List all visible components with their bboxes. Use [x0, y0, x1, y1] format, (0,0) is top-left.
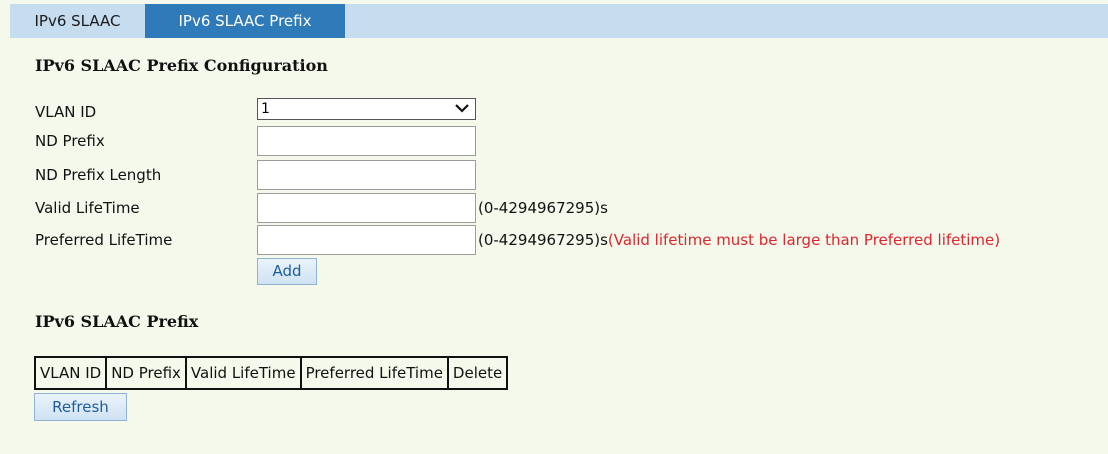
- column-header-preferred-lifetime: Preferred LifeTime: [299, 356, 449, 390]
- vlan-id-select[interactable]: 1: [257, 98, 476, 120]
- prefix-table-header-row: VLAN ID ND Prefix Valid LifeTime Preferr…: [33, 356, 509, 390]
- lifetime-warning: (Valid lifetime must be large than Prefe…: [607, 231, 1001, 249]
- column-header-valid-lifetime: Valid LifeTime: [184, 356, 302, 390]
- valid-lifetime-label: Valid LifeTime: [35, 199, 140, 217]
- column-header-nd-prefix: ND Prefix: [105, 356, 187, 390]
- nd-prefix-input[interactable]: [257, 126, 476, 156]
- tab-ipv6-slaac[interactable]: IPv6 SLAAC: [10, 4, 145, 38]
- preferred-lifetime-hint-line: (0-4294967295)s(Valid lifetime must be l…: [478, 230, 1000, 250]
- preferred-lifetime-label: Preferred LifeTime: [35, 231, 173, 249]
- tab-bar: IPv6 SLAAC IPv6 SLAAC Prefix: [10, 4, 1108, 38]
- page: IPv6 SLAAC IPv6 SLAAC Prefix IPv6 SLAAC …: [0, 0, 1108, 454]
- column-header-vlan-id: VLAN ID: [33, 356, 108, 390]
- tab-ipv6-slaac-prefix[interactable]: IPv6 SLAAC Prefix: [145, 4, 345, 38]
- vlan-id-selected-value: 1: [261, 101, 270, 117]
- preferred-lifetime-input[interactable]: [257, 225, 476, 255]
- prefix-table-heading: IPv6 SLAAC Prefix: [35, 312, 199, 331]
- column-header-delete: Delete: [446, 356, 509, 390]
- chevron-down-icon: [455, 104, 469, 113]
- prefix-table: VLAN ID ND Prefix Valid LifeTime Preferr…: [33, 356, 509, 390]
- vlan-id-label: VLAN ID: [35, 103, 97, 121]
- config-heading: IPv6 SLAAC Prefix Configuration: [35, 56, 328, 75]
- valid-lifetime-input[interactable]: [257, 193, 476, 223]
- nd-prefix-label: ND Prefix: [35, 132, 105, 150]
- valid-lifetime-hint: (0-4294967295)s: [478, 199, 608, 217]
- refresh-button[interactable]: Refresh: [34, 393, 127, 421]
- nd-prefix-length-label: ND Prefix Length: [35, 166, 162, 184]
- add-button[interactable]: Add: [257, 258, 317, 285]
- nd-prefix-length-input[interactable]: [257, 160, 476, 190]
- preferred-lifetime-hint: (0-4294967295)s: [478, 231, 608, 249]
